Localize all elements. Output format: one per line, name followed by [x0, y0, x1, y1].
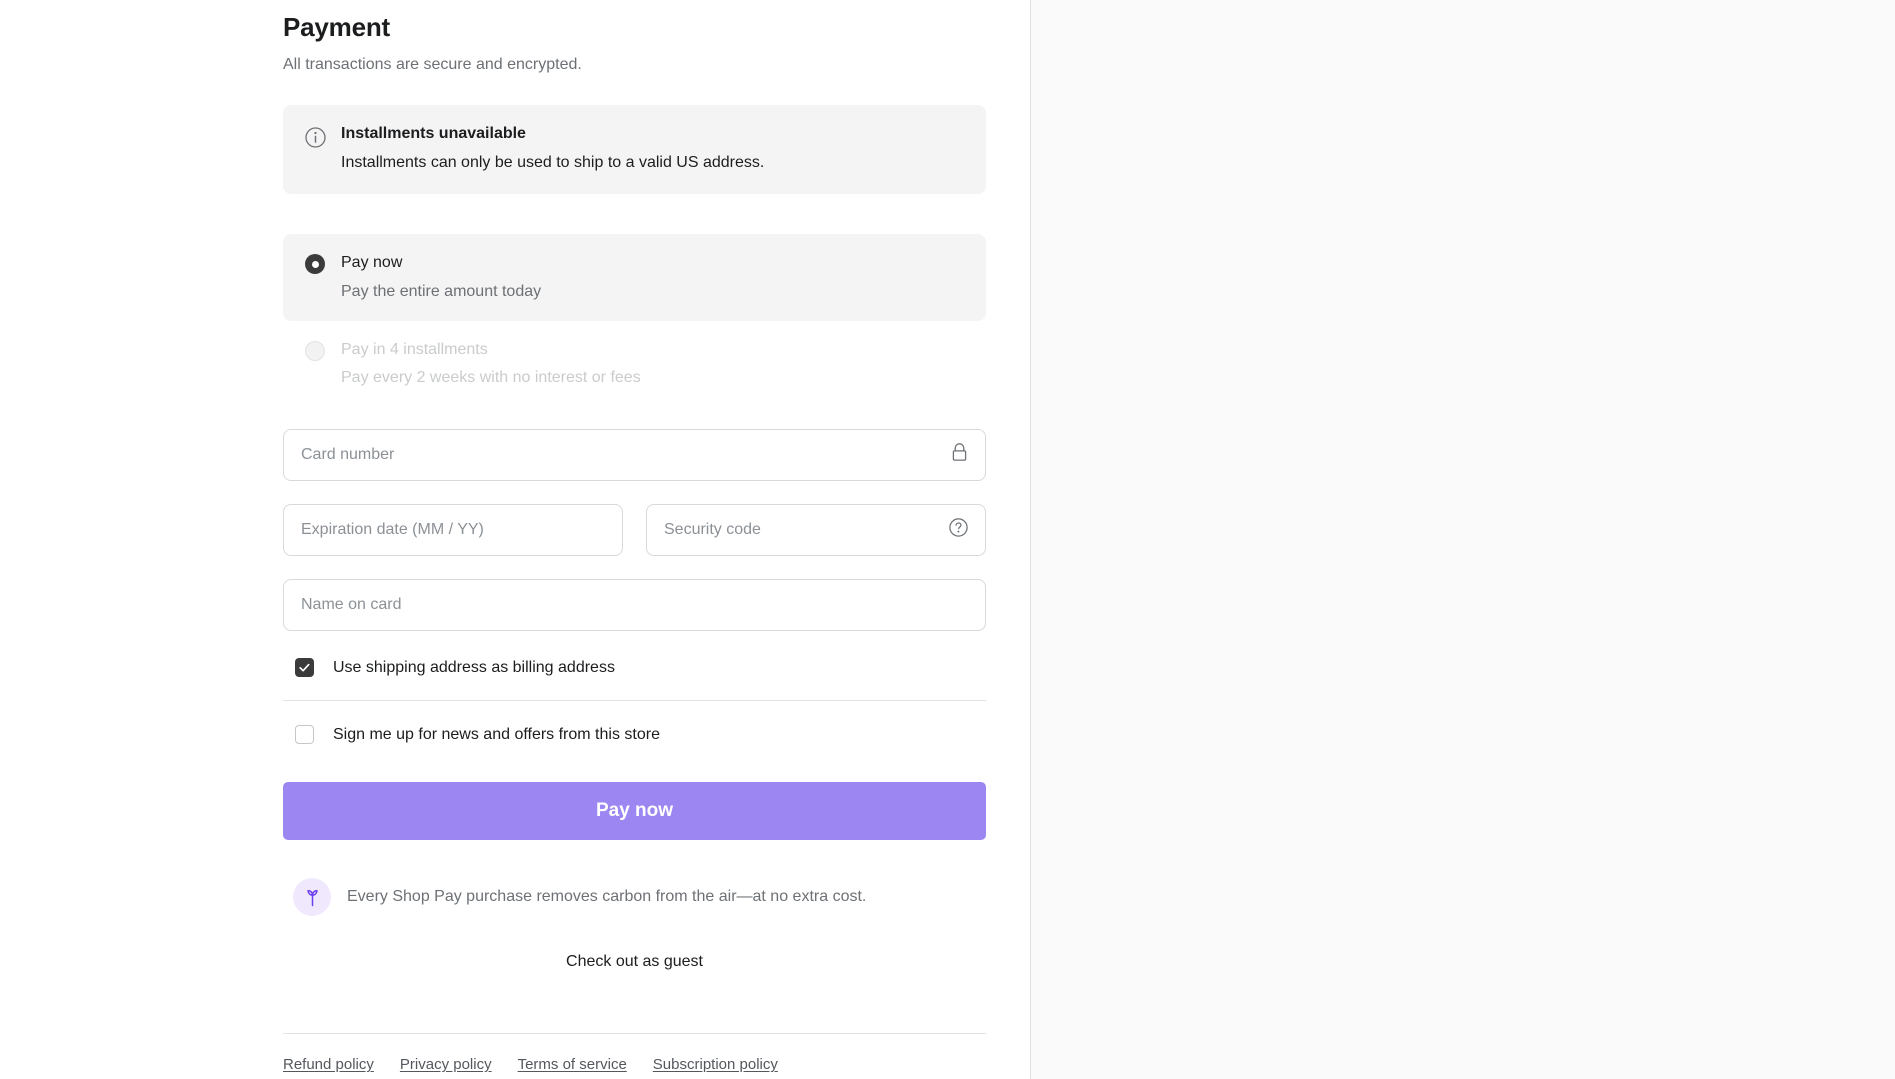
expiration-date-input[interactable]: Expiration date (MM / YY): [283, 504, 623, 557]
security-code-placeholder: Security code: [664, 521, 761, 539]
sprout-icon: [293, 878, 331, 917]
installments-banner: Installments unavailable Installments ca…: [283, 105, 986, 194]
carbon-note-text: Every Shop Pay purchase removes carbon f…: [347, 888, 867, 906]
expiration-placeholder: Expiration date (MM / YY): [301, 521, 484, 539]
info-circle-icon: [305, 127, 326, 153]
name-on-card-placeholder: Name on card: [301, 596, 402, 614]
payment-method-installments: Pay in 4 installments Pay every 2 weeks …: [283, 321, 986, 408]
installments-label: Pay in 4 installments: [341, 340, 488, 358]
checkbox-divider: [283, 700, 986, 702]
checkbox-checked-icon[interactable]: [295, 658, 314, 678]
checkbox-unchecked-icon[interactable]: [295, 725, 314, 745]
card-number-input[interactable]: Card number: [283, 429, 986, 482]
pay-now-desc: Pay the entire amount today: [341, 282, 542, 300]
banner-text: Installments can only be used to ship to…: [341, 154, 765, 171]
footer-link-subscription-policy[interactable]: Subscription policy: [653, 1056, 778, 1073]
pay-now-button[interactable]: Pay now: [283, 782, 986, 841]
banner-title: Installments unavailable: [341, 125, 526, 142]
newsletter-label: Sign me up for news and offers from this…: [333, 725, 660, 743]
radio-selected-icon[interactable]: [305, 254, 325, 274]
payment-method-pay-now[interactable]: Pay now Pay the entire amount today: [283, 234, 986, 321]
card-number-placeholder: Card number: [301, 446, 395, 464]
order-summary-column: 1 TreeWaffle Deep V-Neck Longsleeve VINT…: [1030, 0, 1895, 1079]
footer-link-terms-of-service[interactable]: Terms of service: [518, 1056, 627, 1073]
lock-icon: [951, 443, 968, 468]
checkout-as-guest-link[interactable]: Check out as guest: [283, 953, 986, 971]
card-fields: Card number Expiration date (MM / YY) Se…: [283, 429, 986, 632]
question-circle-icon[interactable]: [949, 518, 968, 542]
installments-desc: Pay every 2 weeks with no interest or fe…: [341, 369, 641, 387]
page-title: Payment: [283, 12, 390, 42]
pay-now-label: Pay now: [341, 254, 403, 271]
payment-method-list: Pay now Pay the entire amount today Pay …: [283, 234, 986, 407]
footer-link-privacy-policy[interactable]: Privacy policy: [400, 1056, 492, 1073]
name-on-card-input[interactable]: Name on card: [283, 579, 986, 632]
billing-address-label: Use shipping address as billing address: [333, 658, 615, 676]
checkout-page: Payment All transactions are secure and …: [0, 0, 1895, 1079]
footer-link-refund-policy[interactable]: Refund policy: [283, 1056, 374, 1073]
radio-unselected-icon: [305, 340, 325, 361]
carbon-offset-note: Every Shop Pay purchase removes carbon f…: [283, 878, 986, 917]
payment-column: Payment All transactions are secure and …: [0, 0, 1030, 1079]
security-code-input[interactable]: Security code: [646, 504, 986, 557]
footer-links: Refund policy Privacy policy Terms of se…: [283, 1056, 986, 1073]
card-expiry-cvv-row: Expiration date (MM / YY) Security code: [283, 504, 986, 579]
newsletter-checkbox-row[interactable]: Sign me up for news and offers from this…: [283, 725, 986, 745]
page-subtitle: All transactions are secure and encrypte…: [283, 56, 582, 73]
footer-divider: [283, 1033, 986, 1035]
billing-address-checkbox-row[interactable]: Use shipping address as billing address: [283, 654, 986, 678]
